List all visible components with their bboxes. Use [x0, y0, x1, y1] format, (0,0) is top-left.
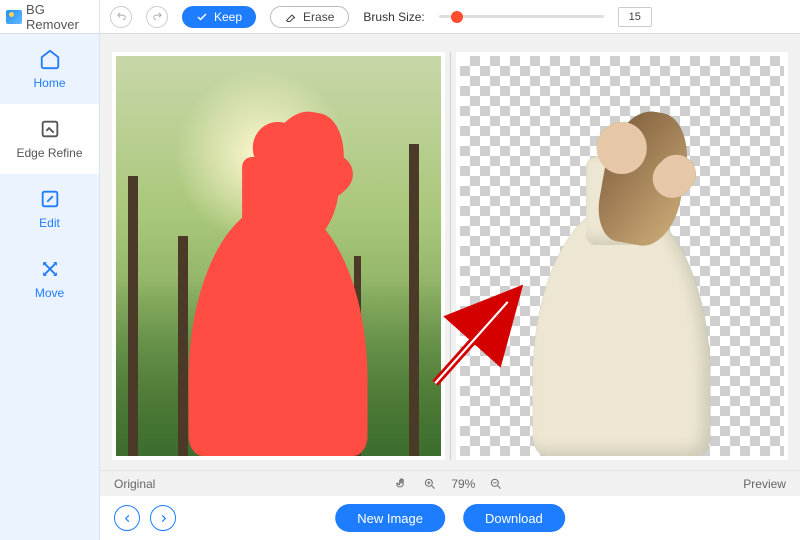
app-title: BG Remover — [26, 2, 93, 32]
move-icon — [39, 258, 61, 280]
canvas-area — [100, 34, 800, 470]
sidebar-item-edit[interactable]: Edit — [0, 174, 99, 244]
home-icon — [39, 48, 61, 70]
subject-cutout — [533, 104, 711, 456]
redo-button[interactable] — [146, 6, 168, 28]
zoom-out-icon[interactable] — [489, 477, 503, 491]
brush-size-label: Brush Size: — [363, 10, 424, 24]
check-icon — [196, 11, 208, 23]
action-bar: New Image Download — [100, 496, 800, 540]
preview-label: Preview — [743, 477, 786, 491]
new-image-button[interactable]: New Image — [335, 504, 445, 532]
app-logo: BG Remover — [0, 0, 99, 34]
preview-pane[interactable] — [456, 52, 789, 460]
next-image-button[interactable] — [150, 505, 176, 531]
pane-divider — [450, 52, 451, 460]
hand-icon[interactable] — [395, 477, 409, 491]
erase-button[interactable]: Erase — [270, 6, 349, 28]
slider-track — [439, 15, 604, 18]
original-label: Original — [114, 477, 155, 491]
subject-mask-overlay — [189, 104, 367, 456]
sidebar-item-edge-refine[interactable]: Edge Refine — [0, 104, 99, 174]
undo-icon — [116, 11, 127, 22]
edge-refine-icon — [39, 118, 61, 140]
tree-trunk — [409, 144, 419, 456]
eraser-icon — [285, 11, 297, 23]
edit-icon — [39, 188, 61, 210]
keep-button[interactable]: Keep — [182, 6, 256, 28]
brush-size-slider[interactable] — [439, 11, 604, 23]
tree-trunk — [128, 176, 138, 456]
original-pane[interactable] — [112, 52, 445, 460]
logo-icon — [6, 10, 22, 24]
tree-trunk — [178, 236, 188, 456]
sidebar: BG Remover Home Edge Refine Edit Move — [0, 0, 100, 540]
main-area: Keep Erase Brush Size: 15 — [100, 0, 800, 540]
sidebar-item-label: Edit — [39, 216, 60, 230]
sidebar-item-label: Home — [33, 76, 65, 90]
erase-label: Erase — [303, 10, 334, 24]
toolbar: Keep Erase Brush Size: 15 — [100, 0, 800, 34]
status-bar: Original 79% Preview — [100, 470, 800, 496]
slider-thumb[interactable] — [451, 11, 463, 23]
brush-size-value[interactable]: 15 — [618, 7, 652, 27]
sidebar-item-label: Move — [35, 286, 64, 300]
prev-image-button[interactable] — [114, 505, 140, 531]
chevron-left-icon — [122, 513, 133, 524]
zoom-value: 79% — [451, 477, 475, 491]
undo-button[interactable] — [110, 6, 132, 28]
chevron-right-icon — [158, 513, 169, 524]
keep-label: Keep — [214, 10, 242, 24]
download-button[interactable]: Download — [463, 504, 565, 532]
redo-icon — [152, 11, 163, 22]
sidebar-item-home[interactable]: Home — [0, 34, 99, 104]
sidebar-item-label: Edge Refine — [16, 146, 82, 160]
sidebar-item-move[interactable]: Move — [0, 244, 99, 314]
zoom-in-icon[interactable] — [423, 477, 437, 491]
